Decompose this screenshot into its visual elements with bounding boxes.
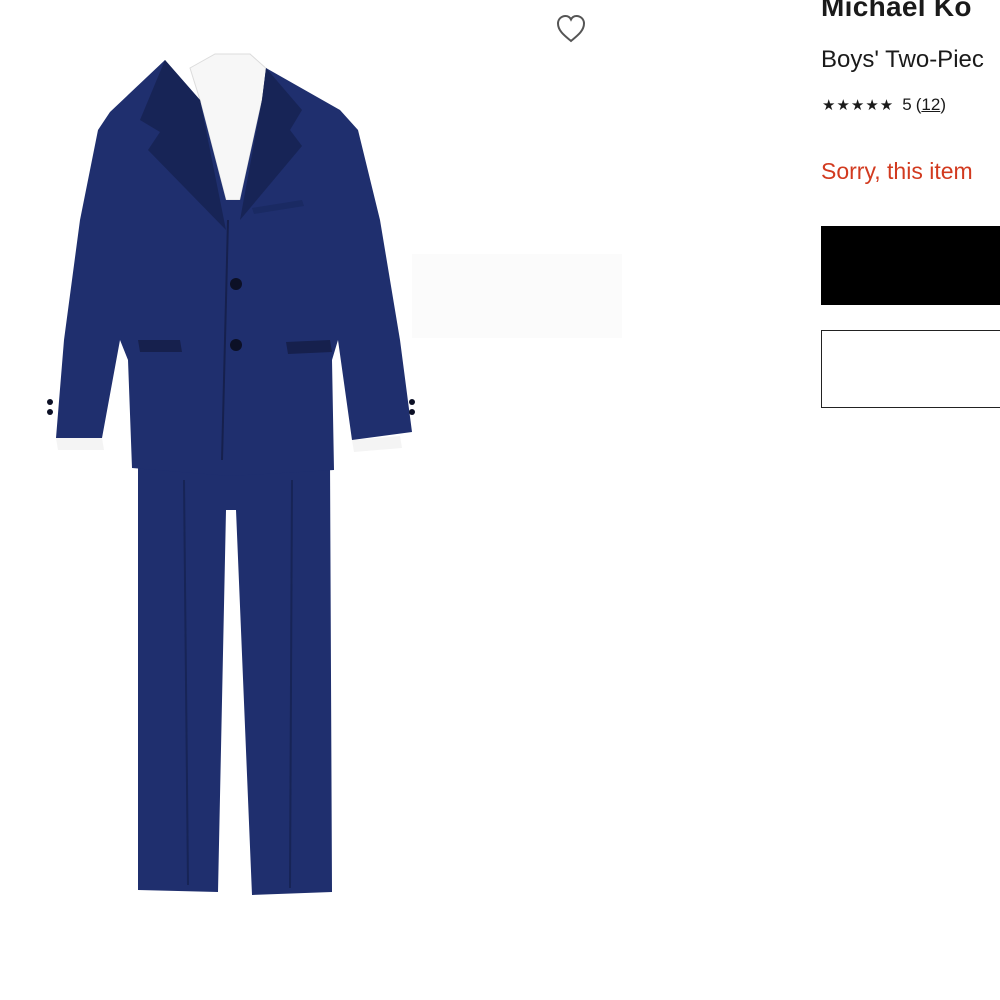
left-cuff [56,438,104,450]
product-title: Boys' Two-Piec [821,46,984,73]
image-backdrop [412,254,622,338]
rating-stars: ★★★★★ [822,97,895,114]
product-image [47,53,415,895]
review-count-link[interactable]: 12 [921,95,940,115]
heart-outline-icon [556,14,586,43]
trousers [138,460,332,895]
favorite-button[interactable] [553,11,589,45]
rating-value: 5 [902,95,912,114]
brand-name[interactable]: Michael Ko [821,0,972,23]
rating-close-paren: ) [940,95,946,114]
secondary-action-button[interactable] [821,330,1000,408]
availability-message: Sorry, this item [821,158,973,184]
primary-action-button[interactable] [821,226,1000,305]
rating[interactable]: ★★★★★ 5 ( 12 ) [822,95,946,115]
